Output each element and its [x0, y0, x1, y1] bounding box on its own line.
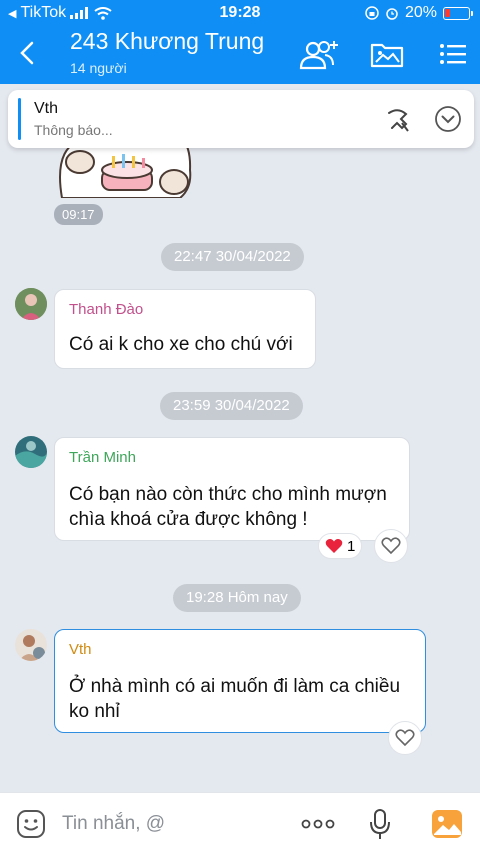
chevron-down-circle-icon [435, 106, 461, 132]
pinned-notice[interactable]: Vth Thông báo... [8, 90, 474, 148]
pinned-accent-bar [18, 98, 21, 140]
avatar[interactable] [15, 629, 47, 661]
signal-icon [70, 7, 89, 19]
pinned-sender: Vth [34, 100, 59, 117]
alarm-icon [386, 8, 398, 20]
react-button[interactable] [388, 721, 422, 755]
time-divider: 22:47 30/04/2022 [161, 243, 304, 271]
gallery-icon [432, 810, 462, 838]
menu-button[interactable] [432, 36, 474, 72]
status-left[interactable]: ◀ TikTok [8, 4, 112, 22]
photo-folder-icon [370, 43, 404, 68]
pin-icon [388, 109, 409, 132]
back-app-label: TikTok [20, 4, 67, 21]
rotation-lock-icon [365, 6, 379, 20]
status-bar: ◀ TikTok 19:28 20% [0, 0, 480, 26]
wifi-icon [94, 6, 112, 20]
more-options-button[interactable] [301, 807, 335, 841]
voice-button[interactable] [363, 807, 397, 841]
member-count: 14 người [70, 60, 127, 76]
expand-pinned-button[interactable] [432, 103, 464, 135]
avatar[interactable] [15, 436, 47, 468]
back-arrow-icon: ◀ [8, 7, 17, 20]
unpin-button[interactable] [382, 103, 414, 135]
microphone-icon [370, 809, 390, 839]
sticker-button[interactable] [14, 807, 48, 841]
chevron-left-icon [20, 41, 34, 65]
time-divider: 19:28 Hôm nay [173, 584, 301, 612]
message-text: Có ai k cho xe cho chú với [69, 334, 293, 355]
message-text-line: ko nhỉ [69, 701, 120, 722]
message-text-line: Có bạn nào còn thức cho mình mượn [69, 484, 387, 505]
message-text-line: Ở nhà mình có ai muốn đi làm ca chiều [69, 676, 401, 697]
avatar-vth-image [15, 629, 47, 661]
add-people-icon [299, 41, 338, 70]
avatar-tran-minh-image [15, 436, 47, 468]
message-bubble[interactable]: Thanh Đào Có ai k cho xe cho chú với [54, 289, 316, 369]
heart-outline-icon [395, 729, 415, 747]
reaction-summary[interactable]: 1 [318, 533, 363, 559]
sticker-time: 09:17 [54, 204, 103, 225]
composer-bar: Tin nhắn, @ [0, 792, 480, 854]
time-divider: 23:59 30/04/2022 [160, 392, 303, 420]
message-text-line: chìa khoá cửa được không ! [69, 509, 308, 530]
add-member-button[interactable] [298, 36, 340, 72]
pinned-description: Thông báo... [34, 122, 113, 138]
sender-name: Trần Minh [69, 449, 136, 466]
media-folder-button[interactable] [366, 36, 408, 72]
back-button[interactable] [12, 38, 42, 68]
photo-button[interactable] [430, 807, 464, 841]
emoji-sticker-icon [17, 810, 45, 838]
message-input[interactable]: Tin nhắn, @ [62, 813, 165, 835]
message-bubble[interactable]: Trần Minh Có bạn nào còn thức cho mình m… [54, 437, 410, 541]
sender-name: Thanh Đào [69, 301, 144, 318]
sender-name: Vth [69, 641, 92, 658]
chat-header: ◀ TikTok 19:28 20% 243 Khương Trung 14 n… [0, 0, 480, 84]
heart-outline-icon [381, 537, 401, 555]
list-menu-icon [440, 44, 466, 64]
reaction-count: 1 [347, 537, 356, 555]
status-right: 20% [365, 4, 473, 22]
battery-icon [443, 6, 473, 20]
message-bubble-highlighted[interactable]: Vth Ở nhà mình có ai muốn đi làm ca chiề… [54, 629, 426, 733]
heart-filled-icon [325, 539, 343, 553]
battery-percent: 20% [404, 4, 437, 21]
group-title[interactable]: 243 Khương Trung [70, 28, 264, 55]
avatar-thanh-dao-image [15, 288, 47, 320]
react-button[interactable] [374, 529, 408, 563]
avatar[interactable] [15, 288, 47, 320]
more-dots-icon [301, 819, 335, 829]
